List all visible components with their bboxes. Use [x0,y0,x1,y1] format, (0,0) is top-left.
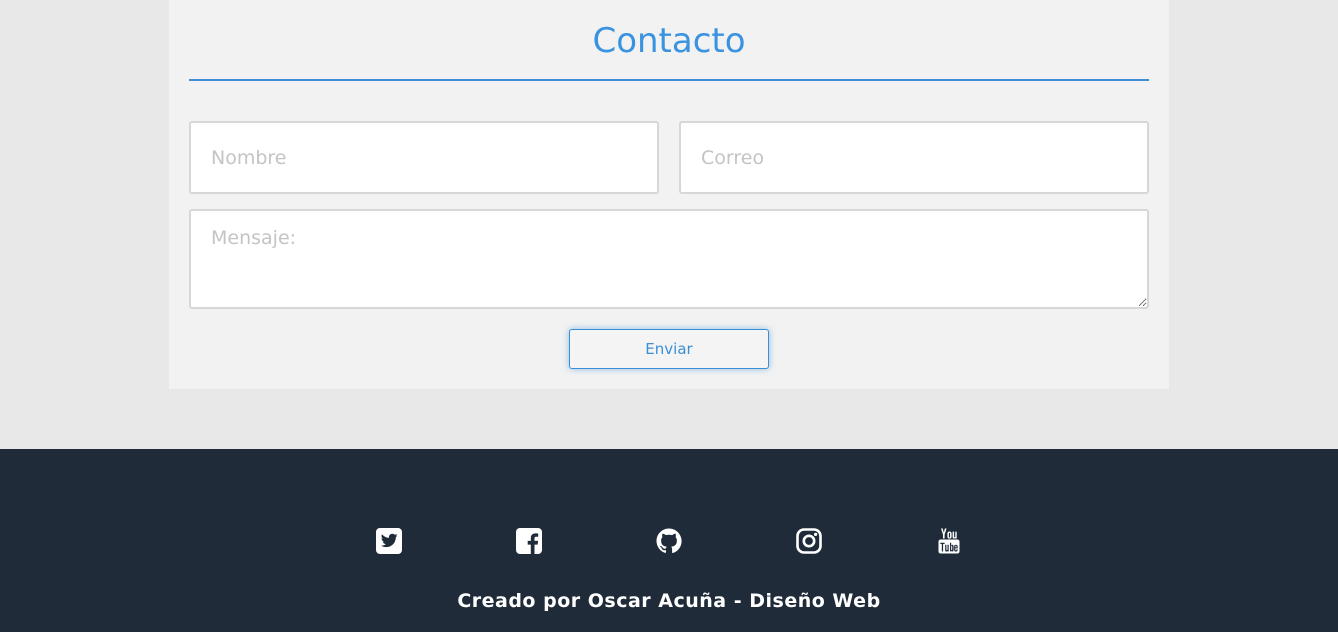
twitter-icon [376,528,402,554]
instagram-icon [796,528,822,554]
github-link[interactable] [654,526,684,556]
twitter-link[interactable] [374,526,404,556]
github-icon [656,528,682,554]
message-textarea[interactable] [189,209,1149,309]
social-links [0,526,1338,556]
footer-credits: Creado por Oscar Acuña - Diseño Web [457,590,881,612]
contact-section: Contacto Enviar [169,0,1169,389]
youtube-link[interactable] [934,526,964,556]
send-button[interactable]: Enviar [569,329,769,369]
instagram-link[interactable] [794,526,824,556]
facebook-link[interactable] [514,526,544,556]
name-input[interactable] [189,121,659,194]
footer: Creado por Oscar Acuña - Diseño Web [0,449,1338,632]
email-input[interactable] [679,121,1149,194]
youtube-icon [938,528,960,554]
facebook-icon [516,528,542,554]
contact-title: Contacto [189,0,1149,81]
